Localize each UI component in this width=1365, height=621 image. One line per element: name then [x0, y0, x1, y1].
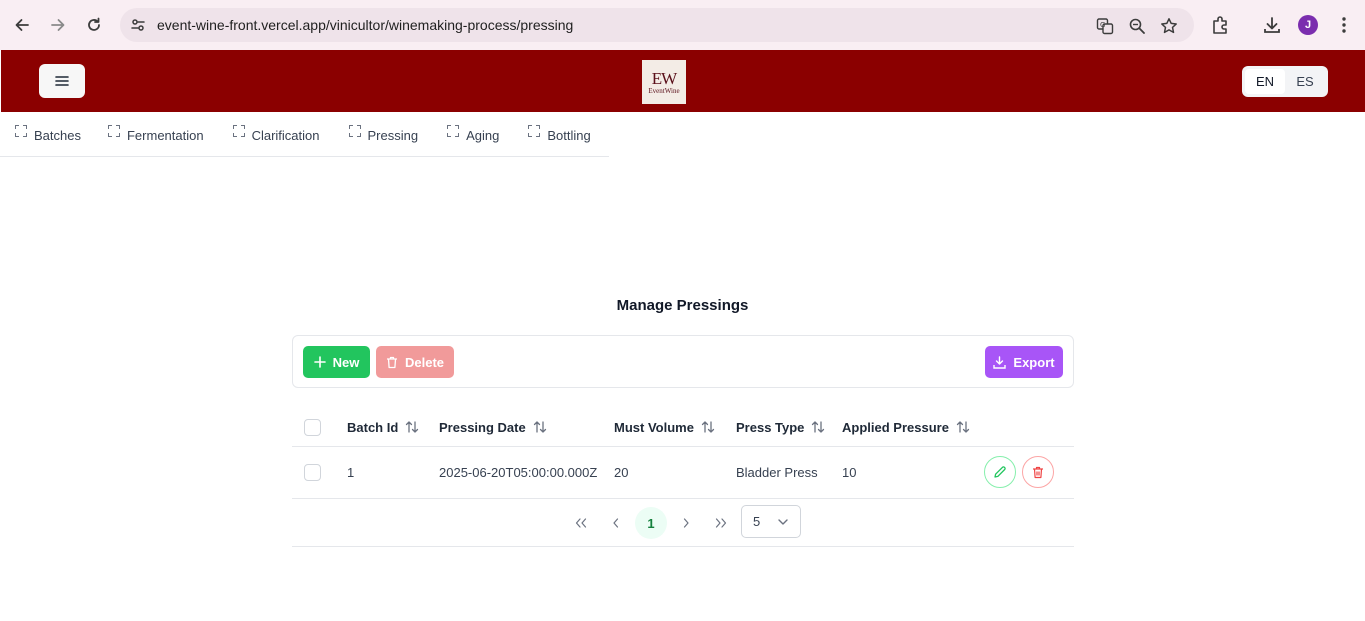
cell-applied-pressure: 10: [842, 465, 857, 480]
zoom-icon[interactable]: [1128, 17, 1146, 35]
sort-icon: [956, 420, 970, 434]
column-header-applied-pressure[interactable]: Applied Pressure: [842, 408, 970, 446]
translate-icon[interactable]: G: [1096, 17, 1114, 35]
tab-bottling[interactable]: Bottling: [513, 112, 604, 157]
column-header-label: Pressing Date: [439, 419, 526, 435]
upload-icon: [993, 355, 1007, 369]
new-button-label: New: [332, 354, 360, 370]
tab-batches[interactable]: Batches: [0, 112, 93, 157]
tab-pressing[interactable]: Pressing: [334, 112, 433, 157]
back-icon[interactable]: [10, 13, 34, 37]
language-switcher: EN ES: [1242, 66, 1328, 97]
trash-icon: [386, 356, 397, 368]
language-en-button[interactable]: EN: [1245, 69, 1285, 94]
bookmark-star-icon[interactable]: [1160, 17, 1178, 35]
focus-frame-icon: [232, 124, 245, 137]
last-page-icon[interactable]: [705, 507, 737, 539]
more-options-icon[interactable]: [1332, 13, 1356, 37]
toolbar: New Delete Export: [292, 335, 1074, 388]
tab-label: Fermentation: [126, 128, 204, 143]
table-header: Batch Id Pressing Date Must Volume Press…: [292, 408, 1074, 447]
trash-icon: [1033, 466, 1043, 478]
logo-word: EventWine: [648, 86, 680, 95]
paginator: 1 5: [292, 499, 1074, 547]
previous-page-icon[interactable]: [600, 507, 632, 539]
tab-aging[interactable]: Aging: [432, 112, 513, 157]
logo-mark: EW: [651, 68, 677, 88]
reload-icon[interactable]: [82, 13, 106, 37]
focus-frame-icon: [447, 124, 460, 137]
tab-label: Aging: [466, 128, 500, 143]
column-header-label: Must Volume: [614, 419, 694, 435]
column-header-pressing-date[interactable]: Pressing Date: [439, 408, 547, 446]
browser-toolbar: event-wine-front.vercel.app/vinicultor/w…: [0, 0, 1365, 50]
app-header: EW EventWine EN ES: [1, 50, 1365, 112]
export-button[interactable]: Export: [985, 346, 1063, 378]
tab-label: Clarification: [251, 128, 320, 143]
focus-frame-icon: [528, 124, 541, 137]
process-tabs: Batches Fermentation Clarification Press…: [0, 112, 609, 157]
table-row: 1 2025-06-20T05:00:00.000Z 20 Bladder Pr…: [292, 447, 1074, 499]
next-page-icon[interactable]: [670, 507, 702, 539]
delete-row-button[interactable]: [1022, 456, 1054, 488]
address-bar[interactable]: event-wine-front.vercel.app/vinicultor/w…: [120, 8, 1194, 42]
site-settings-icon[interactable]: [129, 16, 147, 39]
focus-frame-icon: [348, 124, 361, 137]
profile-avatar[interactable]: J: [1298, 15, 1318, 35]
column-header-label: Batch Id: [347, 419, 399, 435]
column-header-press-type[interactable]: Press Type: [736, 408, 825, 446]
language-es-button[interactable]: ES: [1285, 69, 1325, 94]
download-icon[interactable]: [1260, 13, 1284, 37]
page-title: Manage Pressings: [616, 297, 749, 314]
select-all-cell: [304, 408, 321, 446]
hamburger-icon: [55, 76, 69, 86]
chevron-down-icon: [777, 516, 789, 531]
forward-icon[interactable]: [46, 13, 70, 37]
rows-per-page-value: 5: [753, 514, 761, 529]
delete-button[interactable]: Delete: [376, 346, 454, 378]
plus-icon: [313, 356, 326, 368]
cell-batch-id: 1: [347, 465, 355, 480]
column-header-must-volume[interactable]: Must Volume: [614, 408, 715, 446]
tab-label: Batches: [34, 128, 81, 143]
delete-button-label: Delete: [404, 354, 445, 370]
extensions-icon[interactable]: [1208, 13, 1232, 37]
menu-button[interactable]: [39, 64, 85, 98]
svg-text:G: G: [1100, 21, 1105, 29]
cell-must-volume: 20: [614, 465, 629, 480]
cell-pressing-date: 2025-06-20T05:00:00.000Z: [439, 465, 598, 480]
tab-clarification[interactable]: Clarification: [218, 112, 334, 157]
logo: EW EventWine: [642, 60, 686, 104]
select-all-checkbox[interactable]: [304, 418, 321, 436]
column-header-label: Applied Pressure: [842, 419, 949, 435]
column-header-label: Press Type: [736, 419, 805, 435]
sort-icon: [405, 420, 419, 434]
url-text[interactable]: event-wine-front.vercel.app/vinicultor/w…: [157, 17, 573, 33]
row-select-cell: [304, 447, 321, 498]
pencil-icon: [994, 466, 1006, 478]
rows-per-page-select[interactable]: 5: [741, 505, 801, 538]
first-page-icon[interactable]: [565, 507, 597, 539]
focus-frame-icon: [15, 124, 27, 137]
new-button[interactable]: New: [303, 346, 370, 378]
edit-button[interactable]: [984, 456, 1016, 488]
cell-press-type: Bladder Press: [736, 465, 818, 480]
row-checkbox[interactable]: [304, 464, 321, 481]
sort-icon: [811, 420, 825, 434]
tab-label: Bottling: [547, 128, 591, 143]
focus-frame-icon: [107, 124, 120, 137]
page-button[interactable]: 1: [635, 507, 667, 539]
export-button-label: Export: [1013, 354, 1055, 370]
column-header-batch-id[interactable]: Batch Id: [347, 408, 419, 446]
pressings-table: Batch Id Pressing Date Must Volume Press…: [292, 408, 1074, 547]
tab-label: Pressing: [367, 128, 419, 143]
sort-icon: [701, 420, 715, 434]
tab-fermentation[interactable]: Fermentation: [93, 112, 218, 157]
sort-icon: [533, 420, 547, 434]
